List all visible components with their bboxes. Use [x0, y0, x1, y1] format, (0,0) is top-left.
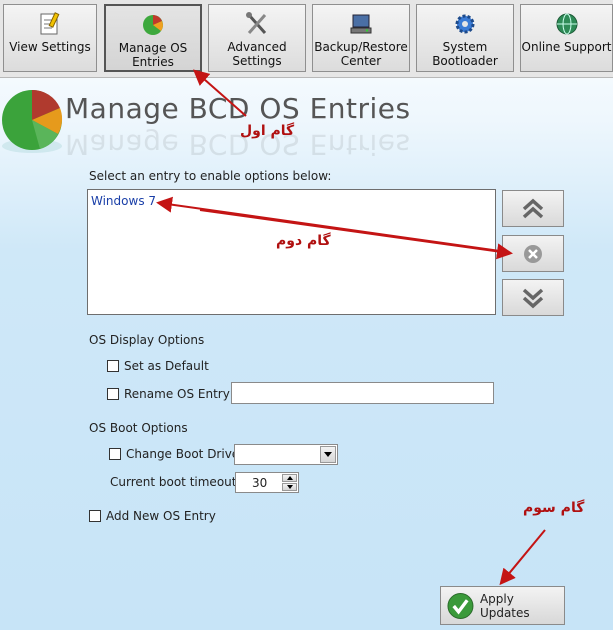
rename-entry-label: Rename OS Entry [124, 387, 230, 401]
view-settings-label: View Settings [9, 40, 91, 54]
close-icon [524, 244, 542, 263]
add-new-entry-checkbox[interactable] [89, 510, 101, 522]
page-title-reflection: Manage BCD OS Entries [65, 128, 411, 161]
checkmark-icon [447, 592, 474, 619]
page-title: Manage BCD OS Entries [65, 92, 411, 125]
entry-prompt: Select an entry to enable options below: [89, 169, 332, 183]
annotation-step2: گام دوم [276, 233, 331, 249]
chevron-down-icon [522, 288, 544, 308]
notepad-icon [40, 12, 60, 35]
boot-timeout-spinner[interactable]: 30 [235, 472, 299, 493]
bcd-pie-logo [2, 89, 63, 153]
annotation-step3: گام سوم [523, 500, 585, 516]
manage-os-entries-label: Manage OS Entries [118, 41, 188, 69]
chevron-up-icon [522, 198, 544, 218]
list-item[interactable]: Windows 7 [91, 194, 156, 208]
delete-entry-button[interactable] [502, 235, 564, 272]
add-new-entry-label: Add New OS Entry [106, 509, 216, 523]
move-down-button[interactable] [502, 279, 564, 316]
tools-icon [246, 12, 267, 34]
spin-down-button[interactable] [282, 483, 297, 491]
system-bootloader-button[interactable]: System Bootloader [416, 4, 514, 72]
system-bootloader-label: System Bootloader [432, 40, 498, 68]
backup-restore-button[interactable]: Backup/Restore Center [312, 4, 410, 72]
change-boot-drive-checkbox[interactable] [109, 448, 121, 460]
boot-drive-select[interactable] [234, 444, 338, 465]
dropdown-arrow[interactable] [320, 446, 336, 463]
os-pie-icon [143, 15, 163, 35]
set-default-label: Set as Default [124, 359, 209, 373]
advanced-settings-label: Advanced Settings [227, 40, 287, 68]
annotation-step1: گام اول [240, 123, 295, 139]
rename-entry-input[interactable] [231, 382, 494, 404]
backup-restore-label: Backup/Restore Center [314, 40, 408, 68]
triangle-down-icon [324, 451, 332, 457]
backup-icon [350, 14, 372, 34]
gear-icon [455, 14, 475, 34]
spin-up-button[interactable] [282, 474, 297, 482]
apply-updates-label: Apply Updates [479, 591, 530, 620]
manage-os-entries-button[interactable]: Manage OS Entries [104, 4, 202, 72]
online-support-label: Online Support [521, 40, 612, 54]
set-default-checkbox[interactable] [107, 360, 119, 372]
triangle-up-icon [286, 476, 293, 480]
display-options-heading: OS Display Options [89, 333, 205, 347]
online-support-button[interactable]: Online Support [520, 4, 613, 72]
entry-list[interactable]: Windows 7 [87, 189, 496, 315]
triangle-down-icon [286, 485, 293, 489]
view-settings-button[interactable]: View Settings [3, 4, 97, 72]
change-boot-drive-label: Change Boot Drive [126, 447, 240, 461]
globe-icon [556, 13, 577, 35]
boot-timeout-label: Current boot timeout: [110, 475, 241, 489]
move-up-button[interactable] [502, 190, 564, 227]
toolbar: View Settings Manage OS Entries Advanced… [0, 0, 613, 78]
boot-options-heading: OS Boot Options [89, 421, 188, 435]
advanced-settings-button[interactable]: Advanced Settings [208, 4, 306, 72]
boot-timeout-value[interactable]: 30 [252, 476, 267, 490]
apply-updates-button[interactable]: Apply Updates [440, 586, 565, 625]
arrow-step3 [499, 529, 546, 586]
rename-entry-checkbox[interactable] [107, 388, 119, 400]
